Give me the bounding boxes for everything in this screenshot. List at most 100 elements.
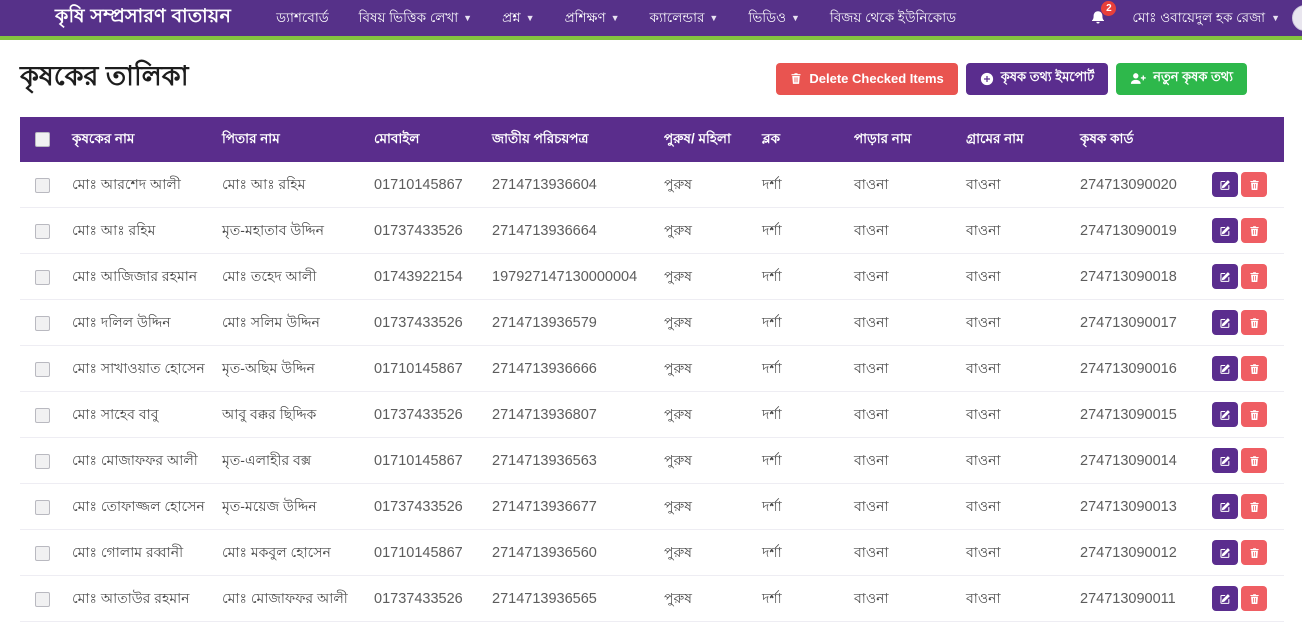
cell-village-name: বাওনা (958, 300, 1072, 346)
header-gender: পুরুষ/ মহিলা (656, 117, 754, 162)
cell-mobile: 01737433526 (366, 208, 484, 254)
cell-farmer-card: 274713090010 (1072, 622, 1204, 626)
new-farmer-button[interactable]: নতুন কৃষক তথ্য (1116, 63, 1247, 95)
farmer-table-body: মোঃ আরশেদ আলী মোঃ আঃ রহিম 01710145867 27… (20, 162, 1284, 626)
farmer-table: কৃষকের নাম পিতার নাম মোবাইল জাতীয় পরিচয… (20, 117, 1284, 626)
nav-item-label: ক্যালেন্ডার (650, 7, 705, 30)
import-farmer-data-button[interactable]: কৃষক তথ্য ইমপোর্ট (966, 63, 1108, 95)
nav-item-label: প্রশিক্ষণ (565, 7, 606, 30)
cell-national-id: 2714713936560 (484, 530, 656, 576)
delete-row-button[interactable] (1241, 494, 1267, 519)
cell-gender: পুরুষ (656, 208, 754, 254)
delete-row-button[interactable] (1241, 540, 1267, 565)
delete-row-button[interactable] (1241, 586, 1267, 611)
delete-row-button[interactable] (1241, 218, 1267, 243)
edit-row-button[interactable] (1212, 494, 1238, 519)
trash-icon (1249, 593, 1260, 605)
edit-row-button[interactable] (1212, 310, 1238, 335)
cell-gender: পুরুষ (656, 622, 754, 626)
edit-row-button[interactable] (1212, 172, 1238, 197)
trash-icon (1249, 363, 1260, 375)
notifications-button[interactable]: 2 (1076, 0, 1120, 36)
cell-para-name: বাওনা (846, 300, 958, 346)
cell-gender: পুরুষ (656, 438, 754, 484)
cell-block: দর্শা (754, 300, 846, 346)
header-national-id: জাতীয় পরিচয়পত্র (484, 117, 656, 162)
notification-count-badge: 2 (1101, 1, 1116, 16)
select-all-checkbox[interactable] (35, 132, 50, 147)
nav-item-6[interactable]: বিজয় থেকে ইউনিকোড (815, 0, 971, 36)
cell-village-name: বাওনা (958, 208, 1072, 254)
cell-national-id: 2714713936596 (484, 622, 656, 626)
cell-para-name: বাওনা (846, 392, 958, 438)
nav-item-0[interactable]: ড্যাশবোর্ড (261, 0, 344, 36)
cell-father-name: মোঃ আঃ রহিম (214, 162, 366, 208)
delete-row-button[interactable] (1241, 402, 1267, 427)
edit-row-button[interactable] (1212, 402, 1238, 427)
nav-item-3[interactable]: প্রশিক্ষণ▼ (550, 0, 635, 36)
cell-mobile: 01710145867 (366, 530, 484, 576)
cell-gender: পুরুষ (656, 254, 754, 300)
nav-item-5[interactable]: ভিডিও▼ (733, 0, 815, 36)
header-village-name: গ্রামের নাম (958, 117, 1072, 162)
cell-village-name: বাওনা (958, 484, 1072, 530)
user-menu[interactable]: মোঃ ওবায়েদুল হক রেজা ▼ (1120, 0, 1292, 36)
edit-row-button[interactable] (1212, 264, 1238, 289)
edit-icon (1219, 271, 1231, 283)
edit-icon (1219, 455, 1231, 467)
delete-row-button[interactable] (1241, 356, 1267, 381)
row-checkbox[interactable] (35, 362, 50, 377)
table-row: মোঃ দলিল উদ্দিন মোঃ সলিম উদ্দিন 01737433… (20, 300, 1284, 346)
cell-father-name: মৃত-মহাতাব উদ্দিন (214, 208, 366, 254)
edit-row-button[interactable] (1212, 356, 1238, 381)
edit-row-button[interactable] (1212, 540, 1238, 565)
cell-father-name: মৃত-অছিম উদ্দিন (214, 346, 366, 392)
edit-row-button[interactable] (1212, 218, 1238, 243)
delete-row-button[interactable] (1241, 172, 1267, 197)
cell-para-name: বাওনা (846, 530, 958, 576)
cell-farmer-card: 274713090019 (1072, 208, 1204, 254)
row-checkbox[interactable] (35, 454, 50, 469)
row-checkbox[interactable] (35, 592, 50, 607)
row-checkbox[interactable] (35, 546, 50, 561)
trash-icon (790, 72, 802, 85)
nav-item-2[interactable]: প্রশ্ন▼ (487, 0, 550, 36)
cell-father-name: মোঃ মকবুল হোসেন (214, 530, 366, 576)
edit-row-button[interactable] (1212, 586, 1238, 611)
cell-gender: পুরুষ (656, 576, 754, 622)
cell-farmer-card: 274713090014 (1072, 438, 1204, 484)
delete-row-button[interactable] (1241, 448, 1267, 473)
cell-block: দর্শা (754, 622, 846, 626)
table-row: মোঃ মোস্তাফিজুর রহমান মৃত-আজাহার আলী 017… (20, 622, 1284, 626)
table-row: মোঃ মোজাফফর আলী মৃত-এলাহীর বক্স 01710145… (20, 438, 1284, 484)
app-brand[interactable]: কৃষি সম্প্রসারণ বাতায়ন (55, 2, 231, 34)
row-checkbox[interactable] (35, 500, 50, 515)
edit-row-button[interactable] (1212, 448, 1238, 473)
nav-item-label: বিষয় ভিত্তিক লেখা (359, 7, 458, 30)
row-checkbox[interactable] (35, 408, 50, 423)
trash-icon (1249, 179, 1260, 191)
nav-item-4[interactable]: ক্যালেন্ডার▼ (635, 0, 734, 36)
row-checkbox[interactable] (35, 224, 50, 239)
header-father-name: পিতার নাম (214, 117, 366, 162)
cell-mobile: 01737433526 (366, 576, 484, 622)
row-checkbox[interactable] (35, 178, 50, 193)
cell-gender: পুরুষ (656, 346, 754, 392)
edit-icon (1219, 179, 1231, 191)
delete-row-button[interactable] (1241, 264, 1267, 289)
cell-national-id: 2714713936664 (484, 208, 656, 254)
farmer-list-page: কৃষি সম্প্রসারণ বাতায়ন ড্যাশবোর্ডবিষয় … (0, 0, 1302, 626)
row-checkbox[interactable] (35, 270, 50, 285)
delete-checked-button[interactable]: Delete Checked Items (776, 63, 957, 95)
cell-father-name: মৃত-আজাহার আলী (214, 622, 366, 626)
row-checkbox[interactable] (35, 316, 50, 331)
cell-block: দর্শা (754, 576, 846, 622)
cell-father-name: মোঃ সলিম উদ্দিন (214, 300, 366, 346)
header-farmer-name: কৃষকের নাম (64, 117, 214, 162)
delete-row-button[interactable] (1241, 310, 1267, 335)
cell-block: দর্শা (754, 346, 846, 392)
cell-father-name: মৃত-এলাহীর বক্স (214, 438, 366, 484)
nav-item-1[interactable]: বিষয় ভিত্তিক লেখা▼ (344, 0, 487, 36)
cell-mobile: 01710145867 (366, 438, 484, 484)
user-avatar[interactable] (1292, 5, 1302, 31)
